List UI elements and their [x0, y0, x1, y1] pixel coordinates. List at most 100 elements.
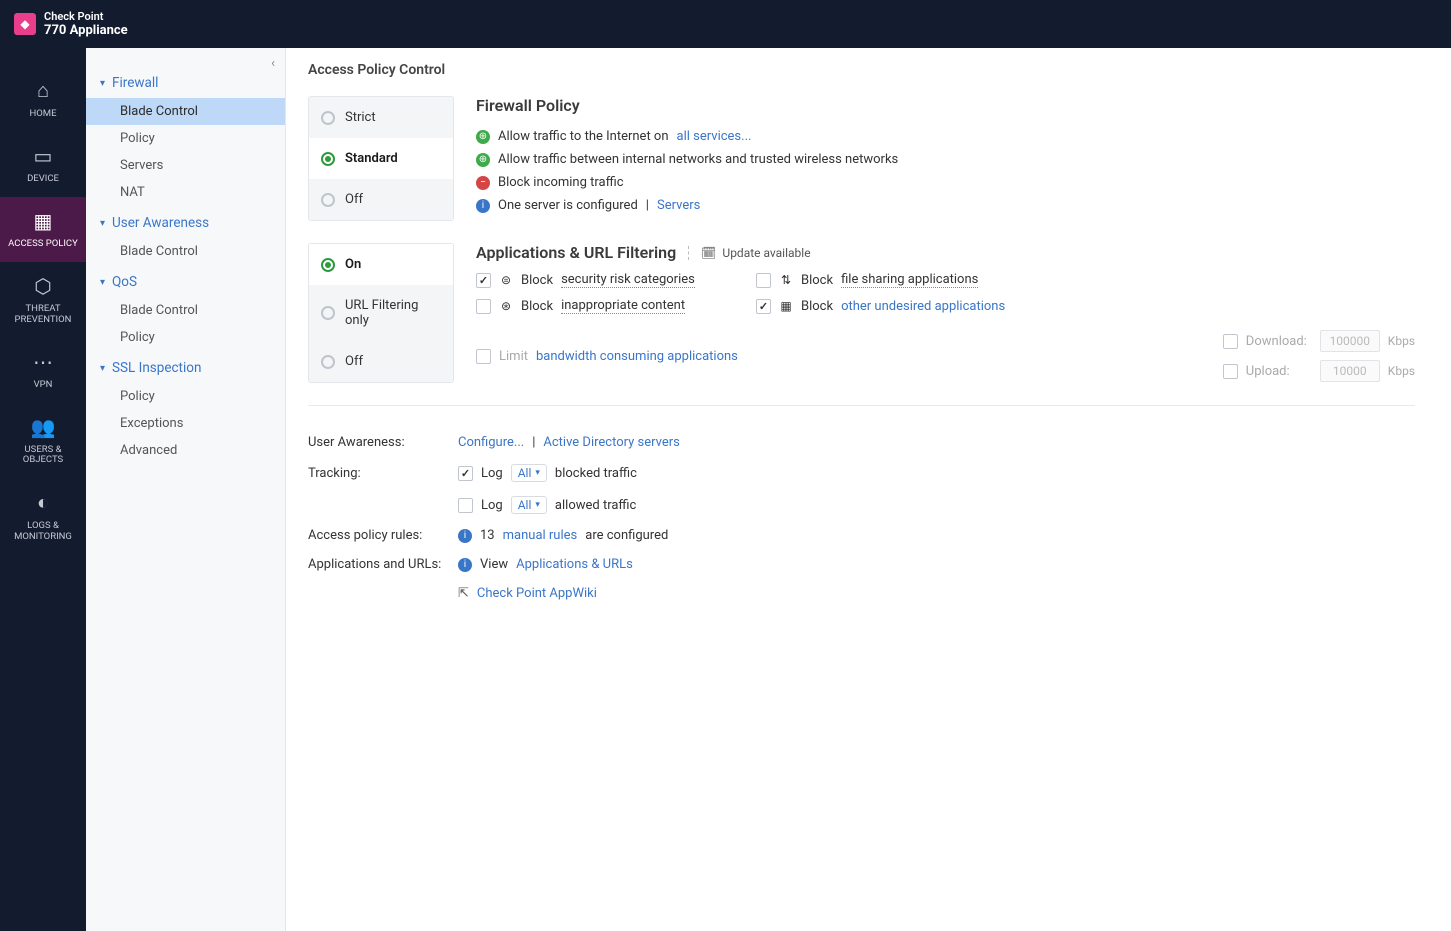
apps-url-filtering-only[interactable]: URL Filtering only — [309, 285, 453, 341]
check-label-pre: Block — [521, 299, 553, 314]
info-icon: i — [458, 529, 472, 543]
rule-allow-internet: ⊕ Allow traffic to the Internet on all s… — [476, 125, 1415, 148]
rail-device[interactable]: ▭ DEVICE — [0, 132, 86, 197]
nav-sub-firewall-blade-control[interactable]: Blade Control — [86, 98, 285, 125]
checkbox-log-blocked[interactable] — [458, 466, 473, 481]
kv-value: Configure... | Active Directory servers — [458, 435, 680, 450]
limit-label-pre: Limit — [499, 349, 528, 364]
globe-icon: ⊜ — [499, 273, 513, 287]
radio-icon — [321, 355, 335, 369]
rule-text: Block incoming traffic — [498, 175, 624, 190]
kv-value: Log All allowed traffic — [458, 496, 636, 514]
kv-value: i View Applications & URLs — [458, 557, 633, 572]
check-link[interactable]: inappropriate content — [561, 298, 685, 314]
allowed-scope-select[interactable]: All — [511, 496, 547, 514]
rule-allow-internal: ⊕ Allow traffic between internal network… — [476, 148, 1415, 171]
brand-line2: 770 Appliance — [44, 23, 128, 38]
checkbox[interactable] — [756, 273, 771, 288]
block-icon: − — [476, 176, 490, 190]
checkbox[interactable] — [1223, 364, 1238, 379]
nav-head-user-awareness[interactable]: ▾User Awareness — [86, 208, 285, 238]
apps-url-on[interactable]: On — [309, 244, 453, 285]
apps-url-details: Applications & URL Filtering 🗓 Update av… — [476, 243, 1415, 383]
configure-link[interactable]: Configure... — [458, 435, 524, 450]
apps-icon: ▦ — [779, 299, 793, 313]
check-link[interactable]: other undesired applications — [841, 299, 1005, 314]
rail-access-policy[interactable]: ▦ ACCESS POLICY — [0, 197, 86, 262]
update-text: Update available — [722, 246, 810, 260]
nav-sub-ua-blade-control[interactable]: Blade Control — [86, 238, 285, 265]
allow-icon: ⊕ — [476, 153, 490, 167]
firewall-level-strict[interactable]: Strict — [309, 97, 453, 138]
checkbox[interactable] — [476, 349, 491, 364]
rail-users-objects[interactable]: 👥 USERS & OBJECTS — [0, 403, 86, 479]
checkbox-log-allowed[interactable] — [458, 498, 473, 513]
firewall-policy-details: Firewall Policy ⊕ Allow traffic to the I… — [476, 96, 1415, 221]
nav-sub-firewall-policy[interactable]: Policy — [86, 125, 285, 152]
upload-label: Upload: — [1246, 364, 1312, 379]
download-input[interactable] — [1320, 330, 1380, 352]
checkbox[interactable] — [476, 299, 491, 314]
appwiki-link[interactable]: Check Point AppWiki — [477, 586, 597, 601]
check-link[interactable]: security risk categories — [561, 272, 695, 288]
apps-url-off[interactable]: Off — [309, 341, 453, 382]
checkbox[interactable] — [476, 273, 491, 288]
nav-title-ssl: SSL Inspection — [112, 360, 201, 376]
check-label-pre: Block — [801, 273, 833, 288]
servers-link[interactable]: Servers — [657, 198, 700, 213]
rail-label-home: HOME — [25, 109, 60, 120]
side-nav: ‹ ▾Firewall Blade Control Policy Servers… — [86, 48, 286, 931]
apps-urls-link[interactable]: Applications & URLs — [516, 557, 633, 572]
nav-sub-firewall-nat[interactable]: NAT — [86, 179, 285, 206]
nav-sub-firewall-servers[interactable]: Servers — [86, 152, 285, 179]
rail-label-threat: THREAT PREVENTION — [0, 304, 86, 326]
firewall-policy-title: Firewall Policy — [476, 96, 1415, 115]
limit-link[interactable]: bandwidth consuming applications — [536, 349, 738, 364]
check-label-pre: Block — [801, 299, 833, 314]
apps-url-level-selector: On URL Filtering only Off — [308, 243, 454, 383]
radio-label: Off — [345, 192, 363, 207]
user-awareness-row: User Awareness: Configure... | Active Di… — [308, 428, 1415, 457]
home-icon: ⌂ — [37, 78, 49, 103]
device-icon: ▭ — [34, 144, 53, 168]
info-icon: i — [476, 199, 490, 213]
upload-input[interactable] — [1320, 360, 1380, 382]
rail-home[interactable]: ⌂ HOME — [0, 66, 86, 132]
check-link[interactable]: file sharing applications — [841, 272, 978, 288]
rail-threat-prevention[interactable]: ⬡ THREAT PREVENTION — [0, 262, 86, 338]
ad-servers-link[interactable]: Active Directory servers — [543, 435, 680, 450]
rail-label-logs: LOGS & MONITORING — [0, 521, 86, 543]
nav-sub-qos-policy[interactable]: Policy — [86, 324, 285, 351]
apps-urls-row: Applications and URLs: i View Applicatio… — [308, 550, 1415, 579]
left-rail: ⌂ HOME ▭ DEVICE ▦ ACCESS POLICY ⬡ THREAT… — [0, 48, 86, 931]
kv-value: i 13 manual rules are configured — [458, 528, 668, 543]
update-badge[interactable]: 🗓 Update available — [688, 246, 810, 260]
nav-sub-qos-blade-control[interactable]: Blade Control — [86, 297, 285, 324]
kv-value: Log All blocked traffic — [458, 464, 637, 482]
nav-head-ssl[interactable]: ▾SSL Inspection — [86, 353, 285, 383]
nav-sub-ssl-advanced[interactable]: Advanced — [86, 437, 285, 464]
blocked-scope-select[interactable]: All — [511, 464, 547, 482]
nav-sub-ssl-policy[interactable]: Policy — [86, 383, 285, 410]
nav-head-qos[interactable]: ▾QoS — [86, 267, 285, 297]
blocked-label: blocked traffic — [555, 466, 637, 481]
collapse-sidenav-icon[interactable]: ‹ — [271, 56, 275, 71]
vpn-icon: ⋯ — [33, 350, 53, 374]
firewall-level-off[interactable]: Off — [309, 179, 453, 220]
nav-head-firewall[interactable]: ▾Firewall — [86, 68, 285, 98]
checkbox[interactable] — [1223, 334, 1238, 349]
rail-vpn[interactable]: ⋯ VPN — [0, 338, 86, 403]
radio-icon — [321, 193, 335, 207]
nav-sub-ssl-exceptions[interactable]: Exceptions — [86, 410, 285, 437]
manual-rules-link[interactable]: manual rules — [503, 528, 578, 543]
caret-down-icon: ▾ — [100, 218, 112, 229]
nav-title-user-awareness: User Awareness — [112, 215, 209, 231]
rail-logs-monitoring[interactable]: ◐ LOGS & MONITORING — [0, 478, 86, 555]
kv-label: Access policy rules: — [308, 528, 444, 543]
rules-suffix: are configured — [585, 528, 668, 543]
allow-icon: ⊕ — [476, 130, 490, 144]
checkbox[interactable] — [756, 299, 771, 314]
all-services-link[interactable]: all services... — [677, 129, 752, 144]
allowed-label: allowed traffic — [555, 498, 636, 513]
firewall-level-standard[interactable]: Standard — [309, 138, 453, 179]
